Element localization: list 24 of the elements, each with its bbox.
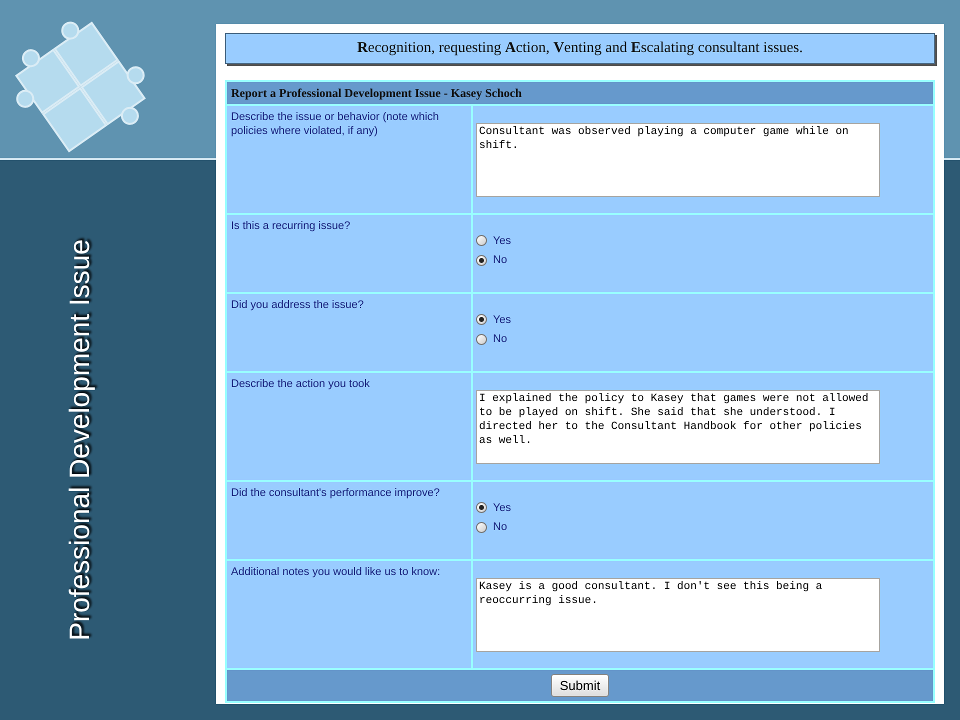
radio-button[interactable] (476, 235, 487, 246)
radio-button[interactable] (476, 502, 487, 514)
radio-label: Yes (493, 234, 511, 248)
question-label: Describe the issue or behavior (note which policies where violated, if any) (231, 110, 439, 136)
radio-button[interactable] (476, 334, 487, 345)
question-label: Describe the action you took (231, 378, 370, 390)
question-label: Is this a recurring issue? (231, 220, 350, 232)
answer-box[interactable]: Consultant was observed playing a computer game while on shift. (476, 122, 880, 196)
answer-box[interactable]: Kasey is a good consultant. I don't see this being a reoccurring issue. (476, 578, 880, 652)
question-label: Did you address the issue? (231, 298, 364, 310)
radio-label: No (493, 332, 508, 347)
answer-box[interactable]: I explained the policy to Kasey that games were not allowed to be played on shift. She said that she understood. I directed her to the Consultant Handbook for other policies as well. (476, 390, 880, 464)
banner: Recognition, requesting Action, Venting and Escalating consultant issues. (225, 33, 935, 64)
submit-button[interactable]: Submit (550, 674, 610, 697)
radio-button[interactable] (476, 314, 487, 326)
radio-button[interactable] (476, 522, 487, 533)
radio-label: Yes (493, 500, 511, 516)
radio-button[interactable] (476, 254, 487, 266)
radio-label: Yes (493, 312, 511, 328)
slide-title: Professional Development Issue (63, 239, 96, 641)
question-label: Did the consultant's performance improve? (231, 486, 440, 498)
question-label: Additional notes you would like us to know: (231, 566, 440, 578)
radio-label: No (493, 253, 508, 268)
radio-label: No (493, 520, 508, 535)
